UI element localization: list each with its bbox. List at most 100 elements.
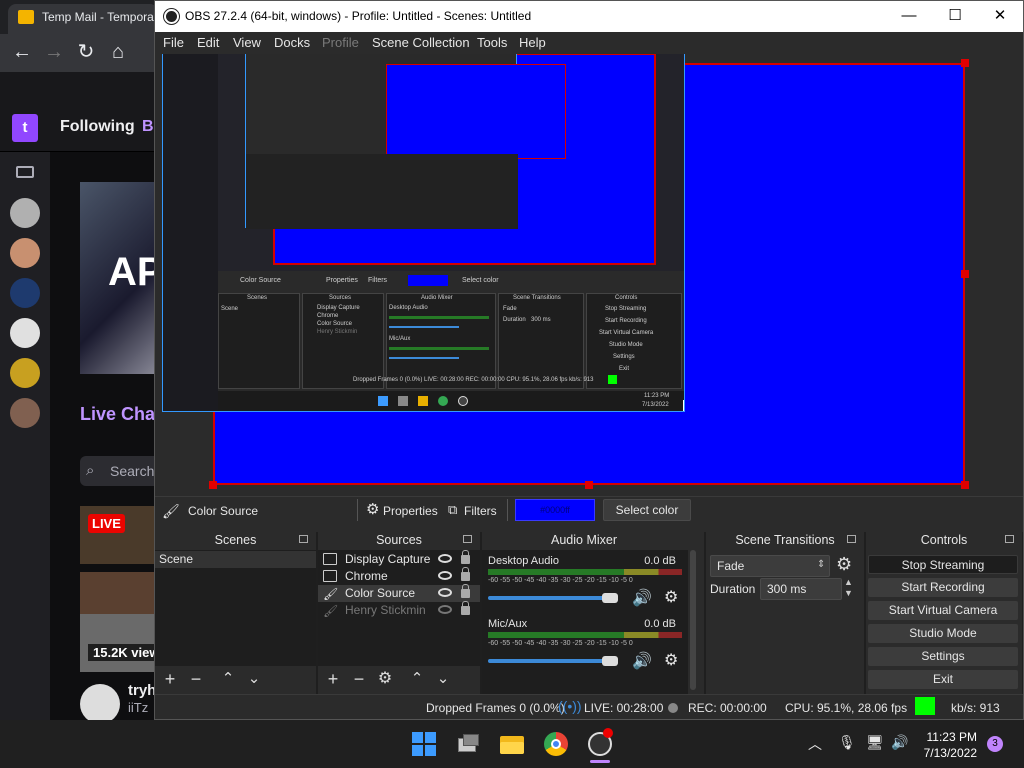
- notification-badge[interactable]: 3: [987, 736, 1003, 752]
- resize-handle[interactable]: [209, 481, 217, 489]
- avatar[interactable]: [10, 198, 40, 228]
- resize-handle[interactable]: [961, 270, 969, 278]
- volume-slider-handle[interactable]: [602, 656, 618, 666]
- lock-icon[interactable]: [461, 567, 470, 581]
- resize-handle[interactable]: [585, 481, 593, 489]
- move-up-icon[interactable]: ⌃: [408, 670, 426, 688]
- resize-handle[interactable]: [961, 481, 969, 489]
- twitch-following-link[interactable]: Following: [60, 118, 135, 136]
- gear-icon[interactable]: ⚙: [664, 587, 678, 607]
- twitch-logo-icon[interactable]: t: [12, 114, 38, 142]
- source-item-color-source[interactable]: 🖌 Color Source: [318, 584, 480, 602]
- avatar[interactable]: [10, 278, 40, 308]
- maximize-button[interactable]: ☐: [932, 1, 978, 32]
- task-view-icon[interactable]: [456, 732, 480, 756]
- eye-hidden-icon[interactable]: [438, 605, 452, 614]
- volume-icon[interactable]: 🔊: [891, 734, 908, 751]
- back-icon[interactable]: ←: [10, 40, 34, 64]
- undock-icon[interactable]: [1005, 535, 1014, 543]
- volume-slider[interactable]: [488, 659, 618, 663]
- file-explorer-icon[interactable]: [500, 732, 524, 756]
- twitch-search-input[interactable]: ⌕ Search: [80, 456, 160, 486]
- minimize-button[interactable]: —: [886, 1, 932, 32]
- volume-slider[interactable]: [488, 596, 618, 600]
- select-color-button[interactable]: Select color: [603, 499, 691, 521]
- avatar[interactable]: [10, 358, 40, 388]
- move-up-icon[interactable]: ⌃: [219, 670, 237, 688]
- menu-help[interactable]: Help: [519, 35, 546, 50]
- studio-mode-button[interactable]: Studio Mode: [868, 624, 1018, 643]
- home-icon[interactable]: ⌂: [106, 40, 130, 64]
- stream-thumbnail[interactable]: [80, 614, 160, 672]
- clock-date[interactable]: 7/13/2022: [924, 746, 977, 760]
- reload-icon[interactable]: ↻: [74, 40, 98, 64]
- color-swatch[interactable]: #0000ff: [515, 499, 595, 521]
- add-source-icon[interactable]: +: [324, 670, 342, 688]
- source-item-display-capture[interactable]: Display Capture: [318, 550, 480, 568]
- forward-icon[interactable]: →: [42, 40, 66, 64]
- camera-icon[interactable]: [16, 166, 34, 178]
- menu-tools[interactable]: Tools: [477, 35, 507, 50]
- resize-handle[interactable]: [961, 59, 969, 67]
- menu-view[interactable]: View: [233, 35, 261, 50]
- sources-list[interactable]: Display Capture Chrome 🖌 Color Source 🖌 …: [318, 550, 480, 666]
- eye-icon[interactable]: [438, 571, 452, 580]
- scene-item[interactable]: Scene: [155, 551, 316, 568]
- speaker-icon[interactable]: 🔊: [632, 651, 652, 671]
- eye-icon[interactable]: [438, 554, 452, 563]
- speaker-icon[interactable]: 🔊: [632, 588, 652, 608]
- start-recording-button[interactable]: Start Recording: [868, 578, 1018, 597]
- menu-scene-collection[interactable]: Scene Collection: [372, 35, 470, 50]
- undock-icon[interactable]: [463, 535, 472, 543]
- menu-edit[interactable]: Edit: [197, 35, 219, 50]
- transition-select[interactable]: Fade: [710, 555, 830, 577]
- exit-button[interactable]: Exit: [868, 670, 1018, 689]
- windows-start-icon[interactable]: [412, 732, 436, 756]
- avatar[interactable]: [10, 398, 40, 428]
- gear-icon[interactable]: ⚙: [836, 554, 852, 575]
- source-item-chrome[interactable]: Chrome: [318, 567, 480, 585]
- lock-icon[interactable]: [461, 601, 470, 615]
- undock-icon[interactable]: [299, 535, 308, 543]
- volume-slider-handle[interactable]: [602, 593, 618, 603]
- scenes-list[interactable]: Scene: [155, 550, 316, 666]
- filters-button[interactable]: Filters: [464, 504, 497, 518]
- undock-icon[interactable]: [847, 535, 856, 543]
- chevron-up-icon[interactable]: ︿: [808, 734, 822, 754]
- lock-icon[interactable]: [461, 584, 470, 598]
- eye-icon[interactable]: [438, 588, 452, 597]
- avatar[interactable]: [10, 238, 40, 268]
- duration-stepper[interactable]: ▲ ▼: [844, 577, 853, 599]
- channel-name[interactable]: tryh: [128, 682, 156, 699]
- remove-scene-icon[interactable]: −: [187, 670, 205, 688]
- settings-button[interactable]: Settings: [868, 647, 1018, 666]
- add-scene-icon[interactable]: +: [161, 670, 179, 688]
- display-capture-preview[interactable]: Color Source Properties Filters Select c…: [162, 54, 685, 412]
- mixer-scrollbar[interactable]: [690, 550, 696, 690]
- broadcast-icon: ((•)): [558, 698, 582, 714]
- lock-icon[interactable]: [461, 550, 470, 564]
- move-down-icon[interactable]: ⌄: [245, 670, 263, 688]
- avatar[interactable]: [10, 318, 40, 348]
- stop-streaming-button[interactable]: Stop Streaming: [868, 555, 1018, 574]
- menu-file[interactable]: File: [163, 35, 184, 50]
- start-virtual-camera-button[interactable]: Start Virtual Camera: [868, 601, 1018, 620]
- duration-input[interactable]: 300 ms: [760, 578, 842, 600]
- clock-time[interactable]: 11:23 PM: [927, 730, 977, 744]
- microphone-icon[interactable]: 🎙: [838, 734, 856, 751]
- source-item-henry-stickmin[interactable]: 🖌 Henry Stickmin: [318, 601, 480, 619]
- menu-profile[interactable]: Profile: [322, 35, 359, 50]
- menu-docks[interactable]: Docks: [274, 35, 310, 50]
- chrome-icon[interactable]: [544, 732, 568, 756]
- source-properties-icon[interactable]: ⚙: [376, 670, 394, 688]
- obs-taskbar-icon[interactable]: [588, 728, 613, 756]
- browser-tab[interactable]: Temp Mail - Temporary Email: [8, 4, 158, 34]
- properties-button[interactable]: Properties: [383, 504, 438, 518]
- close-button[interactable]: ✕: [977, 1, 1023, 32]
- network-icon[interactable]: 🖥: [866, 734, 884, 751]
- move-down-icon[interactable]: ⌄: [434, 670, 452, 688]
- preview-canvas[interactable]: Color Source Properties Filters Select c…: [155, 54, 1023, 496]
- gear-icon[interactable]: ⚙: [664, 650, 678, 670]
- remove-source-icon[interactable]: −: [350, 670, 368, 688]
- avatar[interactable]: [80, 684, 120, 724]
